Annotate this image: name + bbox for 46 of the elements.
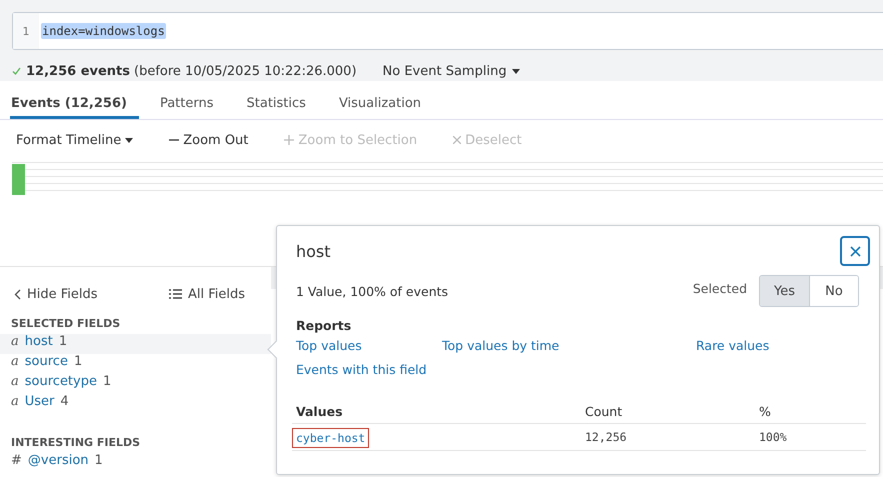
close-icon [850, 246, 860, 256]
report-link[interactable]: Top values by time [442, 338, 696, 353]
field-item[interactable]: a source 1 [0, 354, 271, 374]
selected-label: Selected [692, 280, 747, 296]
report-link[interactable]: Events with this field [296, 362, 442, 377]
column-header: Count [581, 399, 755, 424]
search-field[interactable]: 1 index=windowslogs [12, 12, 883, 50]
tab[interactable]: Patterns [158, 81, 226, 119]
value-link[interactable]: cyber-host [292, 428, 370, 448]
field-item[interactable]: # @version 1 [0, 453, 271, 473]
all-fields-button[interactable]: All Fields [168, 279, 245, 309]
close-button[interactable] [840, 236, 870, 266]
section-heading: SELECTED FIELDS [10, 316, 122, 332]
tab[interactable]: Events (12,256) [10, 81, 139, 119]
section-heading: INTERESTING FIELDS [10, 435, 142, 451]
report-link[interactable]: Rare values [696, 338, 859, 353]
x-icon [453, 136, 462, 144]
reports-heading: Reports [296, 318, 352, 335]
hide-fields-button[interactable]: Hide Fields [14, 279, 98, 309]
time-range: (before 10/05/2025 10:22:26.000) [134, 64, 357, 78]
timeline-button[interactable]: Zoom Out [169, 132, 248, 148]
line-number: 1 [13, 13, 39, 49]
field-item[interactable]: a host 1 [0, 334, 271, 354]
toggle-option[interactable]: Yes [760, 276, 809, 306]
event-count: 12,256 events [26, 64, 130, 78]
check-icon [12, 67, 21, 75]
chevron-left-icon [14, 288, 21, 300]
plus-icon [284, 135, 294, 145]
popup-title: host [296, 242, 331, 260]
column-header: % [755, 399, 866, 424]
sampling-dropdown[interactable]: No Event Sampling [382, 64, 520, 78]
field-item[interactable]: a User 4 [0, 394, 271, 414]
caret-icon [125, 138, 134, 142]
toggle-option[interactable]: No [809, 276, 858, 306]
column-header: Values [292, 399, 581, 424]
tab[interactable]: Statistics [246, 81, 318, 119]
table-cell: 12,256 [581, 424, 755, 450]
caret-icon [512, 68, 520, 74]
report-link[interactable]: Top values [296, 338, 442, 353]
popup-summary: 1 Value, 100% of events [296, 284, 450, 298]
table-cell: 100% [755, 424, 866, 450]
search-query: index=windowslogs [41, 23, 166, 39]
tab[interactable]: Visualization [338, 81, 434, 119]
list-icon [168, 289, 182, 299]
field-item[interactable]: a sourcetype 1 [0, 374, 271, 394]
timeline-button[interactable]: Format Timeline [16, 132, 134, 148]
